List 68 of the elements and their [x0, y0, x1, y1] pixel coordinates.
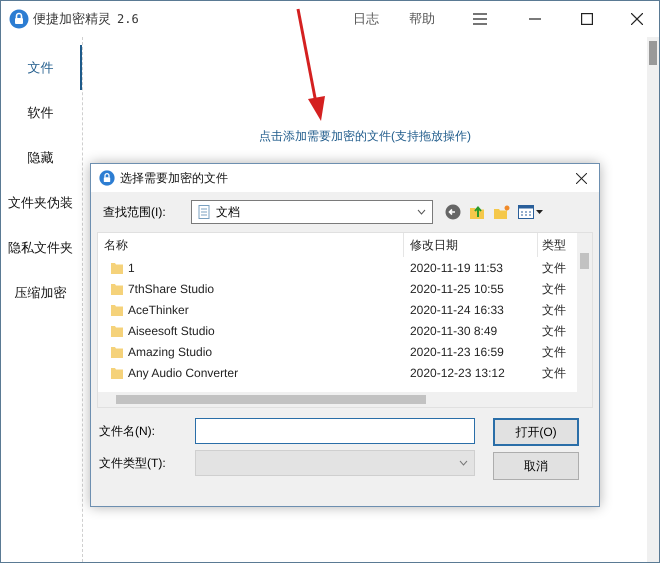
- file-row[interactable]: AceThinker 2020-11-24 16:33 文件: [98, 299, 577, 320]
- folder-icon: [110, 302, 124, 316]
- modified-date: 2020-11-24 16:33: [409, 302, 505, 318]
- menu-icon[interactable]: [473, 13, 487, 25]
- file-name: 1: [128, 260, 135, 276]
- file-name: Aiseesoft Studio: [128, 322, 215, 340]
- horizontal-scrollbar[interactable]: [98, 392, 592, 407]
- modified-date: 2020-11-30 8:49: [409, 322, 498, 340]
- sidebar-item[interactable]: 压缩加密: [1, 270, 82, 315]
- lock-icon: [99, 170, 115, 186]
- dialog-title: 选择需要加密的文件: [120, 170, 228, 187]
- file-name: 7thShare Studio: [128, 280, 214, 298]
- back-icon[interactable]: [445, 204, 461, 220]
- sidebar-item[interactable]: 隐藏: [1, 135, 82, 180]
- scrollbar[interactable]: [647, 37, 659, 562]
- lock-icon: [9, 9, 29, 29]
- file-row[interactable]: Amazing Studio 2020-11-23 16:59 文件: [98, 341, 577, 362]
- look-in-label: 查找范围(I):: [103, 204, 167, 221]
- file-name-field[interactable]: [195, 418, 475, 444]
- file-type: 文件: [541, 260, 566, 276]
- file-type: 文件: [541, 322, 566, 340]
- folder-icon: [110, 324, 124, 338]
- chevron-down-icon: [459, 460, 468, 466]
- file-type: 文件: [541, 302, 566, 318]
- file-row[interactable]: Any Audio Converter 2020-12-23 13:12 文件: [98, 362, 577, 383]
- column-header[interactable]: 类型: [538, 233, 577, 257]
- close-icon[interactable]: [576, 172, 587, 184]
- modified-date: 2020-11-19 11:53: [409, 260, 504, 276]
- version-label: 2.6: [117, 11, 139, 28]
- file-type-label: 文件类型(T):: [99, 455, 167, 472]
- chevron-down-icon: [417, 209, 426, 215]
- sidebar-item[interactable]: 软件: [1, 90, 82, 135]
- column-header[interactable]: 名称: [98, 233, 404, 257]
- file-row[interactable]: 1 2020-11-19 11:53 文件: [98, 257, 577, 278]
- folder-icon: [110, 260, 124, 274]
- folder-up-icon[interactable]: [469, 204, 485, 220]
- menu-link[interactable]: 帮助: [409, 9, 435, 29]
- window-title: 便捷加密精灵: [33, 10, 111, 28]
- close-icon[interactable]: [631, 13, 643, 25]
- folder-icon: [110, 366, 124, 380]
- modified-date: 2020-12-23 13:12: [409, 364, 506, 382]
- file-type: 文件: [541, 280, 566, 298]
- file-row[interactable]: 7thShare Studio 2020-11-25 10:55 文件: [98, 278, 577, 299]
- file-row[interactable]: Aiseesoft Studio 2020-11-30 8:49 文件: [98, 320, 577, 341]
- folder-icon: [110, 282, 124, 296]
- file-name: AceThinker: [128, 302, 189, 318]
- add-files-hint[interactable]: 点击添加需要加密的文件(支持拖放操作): [259, 127, 471, 145]
- modified-date: 2020-11-25 10:55: [409, 280, 505, 298]
- file-name: Any Audio Converter: [128, 364, 238, 382]
- vertical-scrollbar[interactable]: [577, 233, 592, 392]
- document-icon: [198, 205, 210, 219]
- file-type: 文件: [541, 344, 566, 360]
- file-name-label: 文件名(N):: [99, 423, 156, 440]
- sidebar-item[interactable]: 隐私文件夹: [1, 225, 82, 270]
- view-menu-icon[interactable]: [518, 205, 544, 219]
- maximize-icon[interactable]: [581, 13, 593, 25]
- file-type: 文件: [541, 364, 566, 382]
- look-in-dropdown[interactable]: 文档: [191, 200, 433, 224]
- look-in-value: 文档: [216, 204, 240, 221]
- menu-link[interactable]: 日志: [353, 9, 379, 29]
- folder-icon: [110, 344, 124, 358]
- sidebar-item[interactable]: 文件: [1, 45, 82, 90]
- dialog-button[interactable]: 打开(O): [493, 418, 579, 446]
- modified-date: 2020-11-23 16:59: [409, 344, 505, 360]
- column-header[interactable]: 修改日期: [404, 233, 538, 257]
- file-name: Amazing Studio: [128, 344, 212, 360]
- dialog-button[interactable]: 取消: [493, 452, 579, 480]
- sidebar-item[interactable]: 文件夹伪装: [1, 180, 82, 225]
